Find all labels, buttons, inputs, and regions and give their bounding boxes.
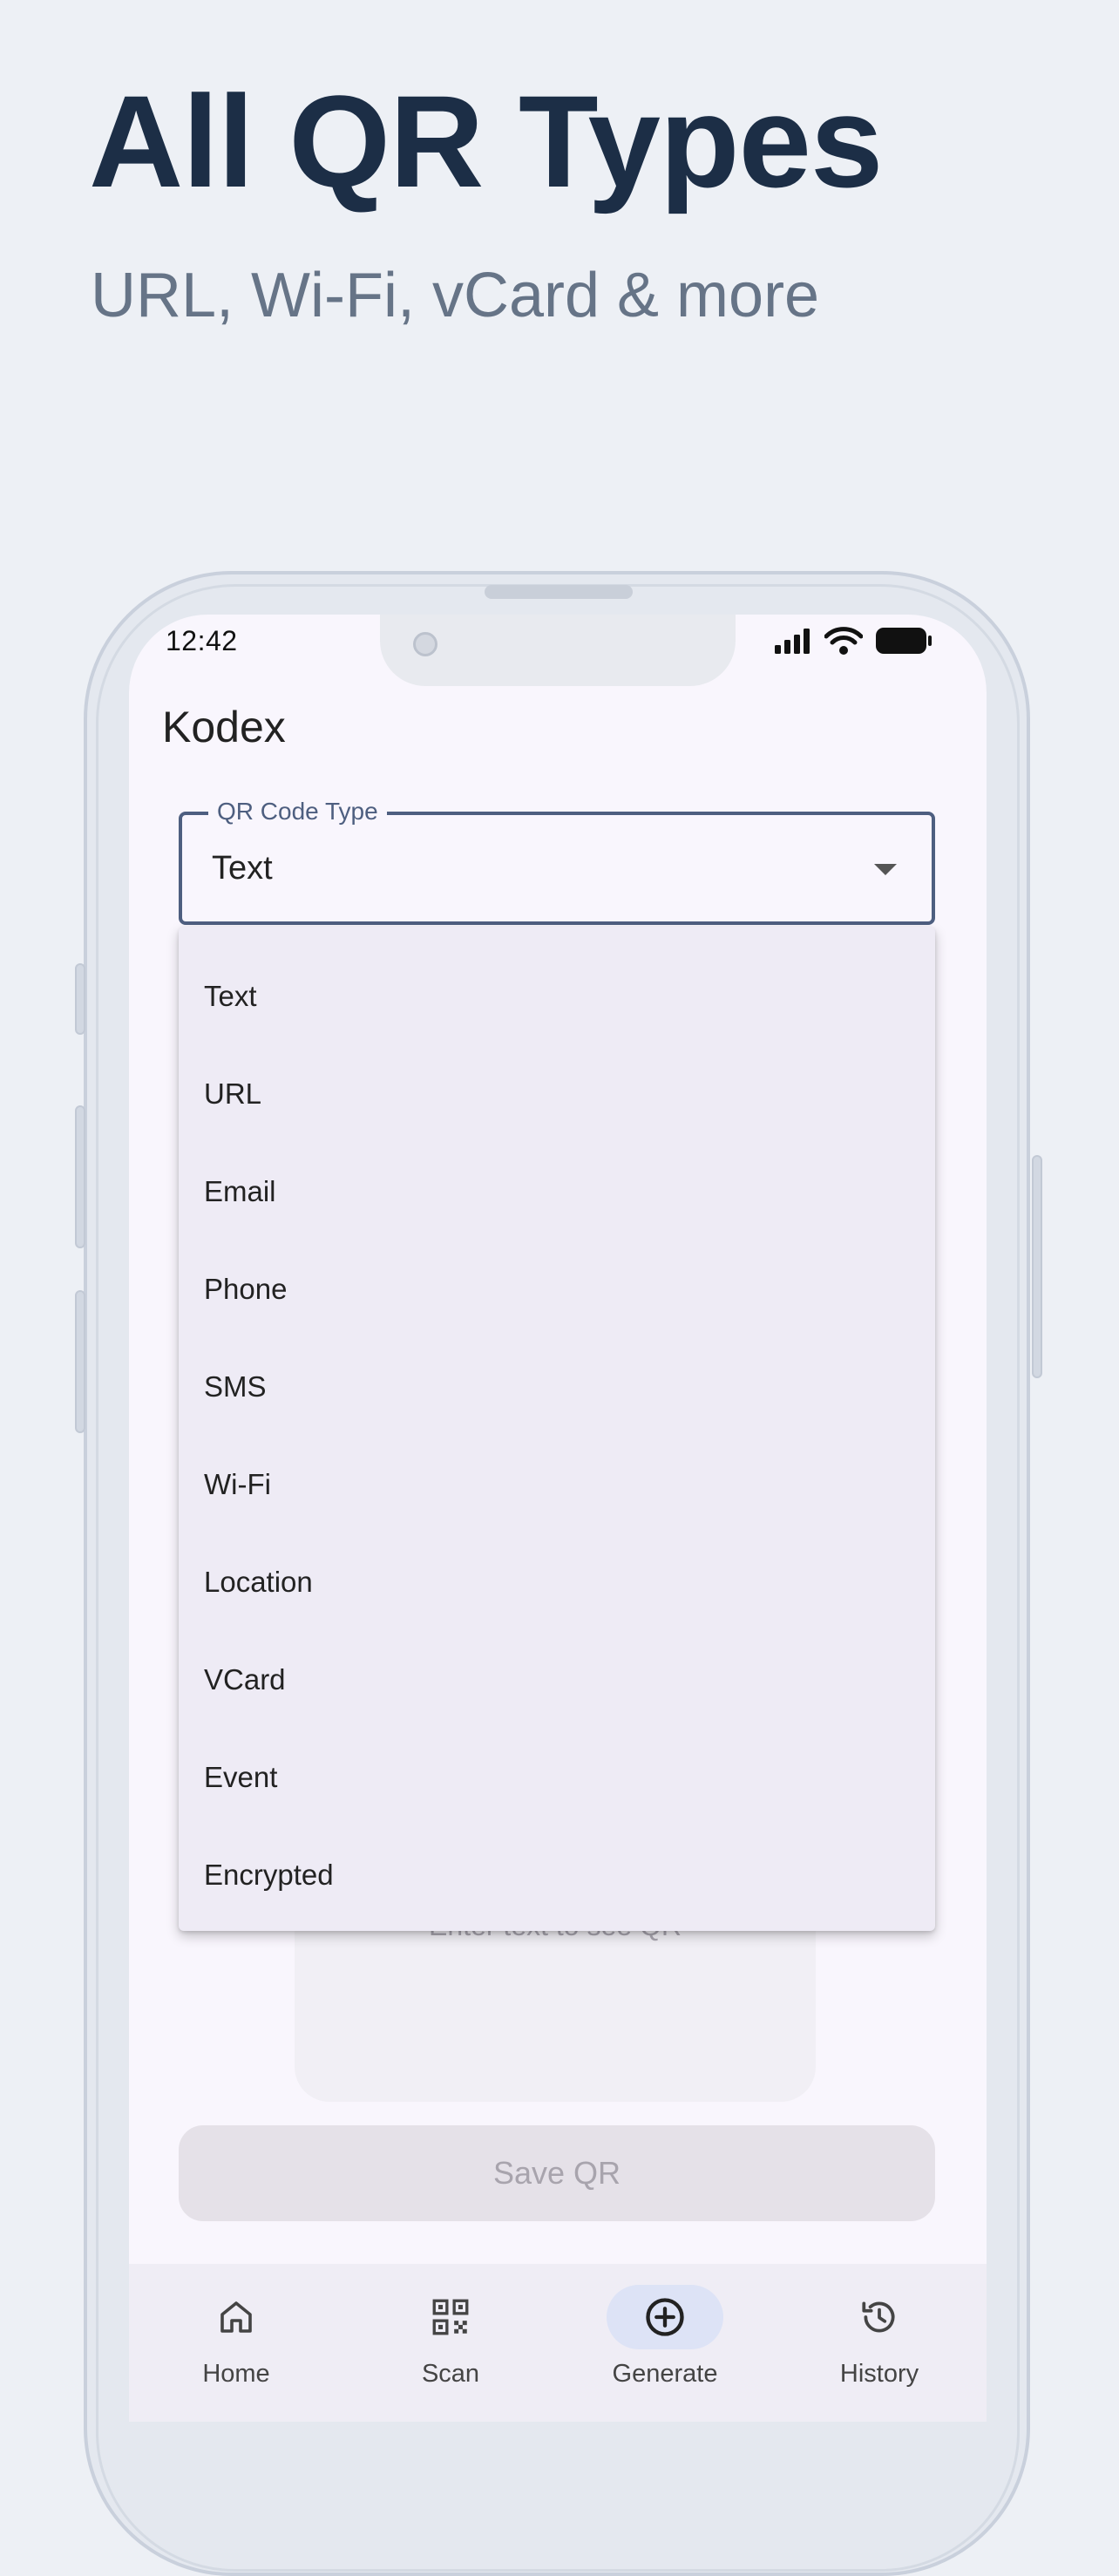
- save-qr-button[interactable]: Save QR: [179, 2125, 935, 2221]
- dropdown-option-vcard[interactable]: VCard: [179, 1631, 935, 1729]
- phone-speaker: [485, 585, 633, 599]
- bottom-navigation: Home Scan Generate History: [129, 2264, 987, 2422]
- camera-icon: [413, 632, 437, 656]
- wifi-icon: [824, 627, 863, 655]
- nav-label-generate: Generate: [612, 2360, 718, 2388]
- qr-preview-box: Enter text to see QR: [295, 1905, 816, 2102]
- dropdown-option-location[interactable]: Location: [179, 1533, 935, 1631]
- qr-type-select[interactable]: QR Code Type Text: [179, 798, 935, 925]
- dropdown-option-wifi[interactable]: Wi-Fi: [179, 1436, 935, 1533]
- status-icons: [774, 627, 932, 655]
- phone-power-button: [1032, 1155, 1042, 1378]
- nav-label-home: Home: [202, 2360, 270, 2388]
- nav-label-scan: Scan: [421, 2360, 480, 2388]
- nav-active-indicator: [607, 2285, 723, 2349]
- phone-volume-up: [75, 1105, 85, 1248]
- qr-type-value: Text: [212, 850, 273, 887]
- nav-label-history: History: [839, 2360, 919, 2388]
- signal-icon: [775, 629, 810, 654]
- dropdown-arrow-icon[interactable]: [874, 864, 897, 875]
- dropdown-option-email[interactable]: Email: [179, 1143, 935, 1240]
- qr-type-label: QR Code Type: [208, 798, 387, 826]
- dropdown-option-text[interactable]: Text: [179, 948, 935, 1045]
- phone-mute-switch: [75, 963, 85, 1035]
- promo-headline: All QR Types: [89, 68, 883, 214]
- plus-circle-icon: [646, 2298, 684, 2336]
- dropdown-option-phone[interactable]: Phone: [179, 1240, 935, 1338]
- dropdown-option-url[interactable]: URL: [179, 1045, 935, 1143]
- dropdown-option-sms[interactable]: SMS: [179, 1338, 935, 1436]
- home-icon: [220, 2301, 252, 2333]
- nav-item-scan[interactable]: Scan: [343, 2264, 558, 2422]
- nav-item-generate[interactable]: Generate: [558, 2264, 772, 2422]
- nav-item-home[interactable]: Home: [129, 2264, 343, 2422]
- promo-subheadline: URL, Wi-Fi, vCard & more: [91, 261, 820, 330]
- dropdown-option-encrypted[interactable]: Encrypted: [179, 1826, 935, 1924]
- qr-scan-icon: [432, 2299, 469, 2335]
- dropdown-option-event[interactable]: Event: [179, 1729, 935, 1826]
- status-time: 12:42: [166, 625, 238, 656]
- battery-icon: [876, 628, 932, 654]
- phone-screen: 12:42 Kodex QR Code Type Text Enter text…: [129, 615, 987, 2422]
- phone-volume-down: [75, 1290, 85, 1433]
- history-icon: [862, 2301, 895, 2333]
- qr-type-dropdown-menu: Text URL Email Phone SMS Wi-Fi Location …: [179, 927, 935, 1931]
- nav-item-history[interactable]: History: [772, 2264, 987, 2422]
- app-title: Kodex: [162, 703, 286, 751]
